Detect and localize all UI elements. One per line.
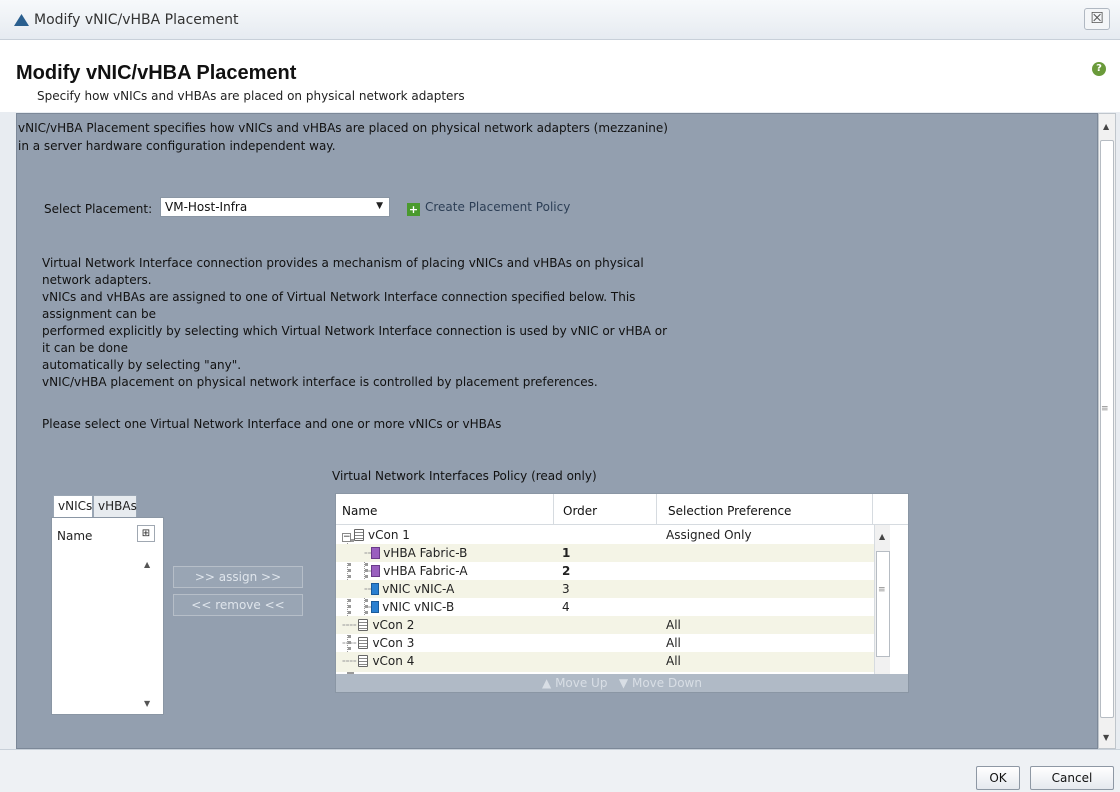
info-line: it can be done <box>42 341 128 355</box>
collapse-icon[interactable]: − <box>342 533 351 542</box>
help-icon[interactable]: ? <box>1092 62 1106 76</box>
move-down-label: Move Down <box>631 676 702 690</box>
row-name: vHBA Fabric-B <box>383 546 468 560</box>
row-name: vCon 4 <box>372 654 415 668</box>
scroll-thumb[interactable] <box>876 551 890 657</box>
close-icon: ☒ <box>1090 9 1104 27</box>
row-order: 1 <box>562 546 571 560</box>
grip-icon: ≡ <box>878 585 886 595</box>
vnic-icon <box>371 601 380 613</box>
column-header-name: Name <box>342 504 378 518</box>
move-down-button[interactable]: ▼ Move Down <box>619 676 702 690</box>
arrow-up-icon: ▲ <box>542 676 552 690</box>
plus-icon: + <box>407 203 420 216</box>
column-header-selection-preference: Selection Preference <box>668 504 792 518</box>
info-line: assignment can be <box>42 307 156 321</box>
dialog-footer: OK Cancel <box>0 749 1120 792</box>
row-name: vHBA Fabric-A <box>383 564 468 578</box>
move-up-label: Move Up <box>555 676 608 690</box>
vcon-icon <box>358 655 369 667</box>
row-preference: All <box>666 636 681 650</box>
app-triangle-icon <box>14 14 29 29</box>
description-line-2: in a server hardware configuration indep… <box>18 139 336 153</box>
chevron-down-icon: ▼ <box>376 201 383 211</box>
row-preference: All <box>666 654 681 668</box>
vcon-icon <box>358 637 369 649</box>
vnic-vhba-panel: vNICs vHBAs Name ⊞ ▲ ▼ <box>49 495 164 715</box>
info-line: performed explicitly by selecting which … <box>42 324 668 338</box>
column-chooser-icon[interactable]: ⊞ <box>137 525 155 542</box>
content-scrollbar[interactable]: ▲ ≡ ▼ <box>1098 113 1116 749</box>
scroll-up-icon[interactable]: ▲ <box>1103 122 1109 131</box>
row-preference: Assigned Only <box>666 528 752 542</box>
remove-button[interactable]: << remove << <box>173 594 303 616</box>
cancel-button[interactable]: Cancel <box>1030 766 1114 790</box>
table-row[interactable]: ╌ vHBA Fabric-B 1 <box>336 544 874 562</box>
scroll-up-icon[interactable]: ▲ <box>144 560 150 569</box>
vcon-icon <box>354 529 364 541</box>
column-header-order: Order <box>563 504 598 518</box>
table-row[interactable]: ╌╌ vCon 2 All <box>336 616 874 634</box>
window-title: Modify vNIC/vHBA Placement <box>34 12 239 28</box>
grip-icon: ≡ <box>1101 404 1109 414</box>
vnic-list[interactable]: Name ⊞ ▲ ▼ <box>51 517 164 715</box>
scroll-down-icon[interactable]: ▼ <box>1103 733 1109 742</box>
vnic-icon <box>371 583 380 595</box>
row-name: vCon 2 <box>372 618 415 632</box>
tab-vnics[interactable]: vNICs <box>53 495 93 517</box>
policy-table-scrollbar[interactable]: ▲ ≡ ▼ <box>874 525 890 691</box>
create-placement-policy-label: Create Placement Policy <box>425 200 571 214</box>
dialog-header: Modify vNIC/vHBA Placement Specify how v… <box>0 40 1120 112</box>
vcon-icon <box>358 619 369 631</box>
info-line: vNIC/vHBA placement on physical network … <box>42 375 598 389</box>
table-row[interactable]: ╌╌ vCon 3 All <box>336 634 874 652</box>
row-order: 3 <box>562 582 570 596</box>
table-row[interactable]: ╌╌ vCon 4 All <box>336 652 874 672</box>
create-placement-policy-link[interactable]: + Create Placement Policy <box>407 200 570 216</box>
info-line: vNICs and vHBAs are assigned to one of V… <box>42 290 636 304</box>
page-title: Modify vNIC/vHBA Placement <box>16 62 297 84</box>
info-line: network adapters. <box>42 273 152 287</box>
vhba-icon <box>371 565 381 577</box>
content-panel: vNIC/vHBA Placement specifies how vNICs … <box>16 113 1098 749</box>
ok-button[interactable]: OK <box>976 766 1020 790</box>
column-header-name: Name <box>57 529 93 543</box>
move-bar: ▲ Move Up ▼ Move Down <box>336 674 908 692</box>
scroll-thumb[interactable] <box>1100 140 1114 718</box>
table-row[interactable]: ╌ vNIC vNIC-A 3 <box>336 580 874 598</box>
table-row[interactable]: ╌ vNIC vNIC-B 4 <box>336 598 874 616</box>
move-up-button[interactable]: ▲ Move Up <box>542 676 607 690</box>
row-order: 4 <box>562 600 570 614</box>
row-name: vNIC vNIC-A <box>382 582 455 596</box>
scroll-up-icon[interactable]: ▲ <box>879 532 885 541</box>
policy-table: Name Order Selection Preference − vCon 1 … <box>335 493 909 693</box>
placement-select-value: VM-Host-Infra <box>165 200 248 214</box>
vnic-list-header: Name ⊞ <box>52 518 163 548</box>
info-line: automatically by selecting "any". <box>42 358 242 372</box>
row-order: 2 <box>562 564 571 578</box>
policy-title: Virtual Network Interfaces Policy (read … <box>332 469 597 483</box>
info-line: Virtual Network Interface connection pro… <box>42 256 644 270</box>
row-preference: All <box>666 618 681 632</box>
arrow-down-icon: ▼ <box>618 676 629 690</box>
tab-vhbas[interactable]: vHBAs <box>93 495 137 517</box>
row-name: vCon 3 <box>372 636 415 650</box>
row-name: vCon 1 <box>368 528 410 542</box>
assign-button[interactable]: >> assign >> <box>173 566 303 588</box>
description-line-1: vNIC/vHBA Placement specifies how vNICs … <box>18 121 668 135</box>
window-titlebar: Modify vNIC/vHBA Placement ☒ <box>0 0 1120 40</box>
info-line: Please select one Virtual Network Interf… <box>42 417 502 431</box>
row-name: vNIC vNIC-B <box>382 600 455 614</box>
table-row[interactable]: ╌ vHBA Fabric-A 2 <box>336 562 874 580</box>
scroll-down-icon[interactable]: ▼ <box>144 699 150 708</box>
select-placement-label: Select Placement: <box>44 202 153 216</box>
policy-table-header: Name Order Selection Preference <box>336 494 908 525</box>
table-row[interactable]: − vCon 1 Assigned Only <box>336 526 874 544</box>
page-subtitle: Specify how vNICs and vHBAs are placed o… <box>37 89 465 103</box>
close-button[interactable]: ☒ <box>1084 8 1110 30</box>
placement-select[interactable]: VM-Host-Infra ▼ <box>160 197 390 217</box>
vhba-icon <box>371 547 381 559</box>
